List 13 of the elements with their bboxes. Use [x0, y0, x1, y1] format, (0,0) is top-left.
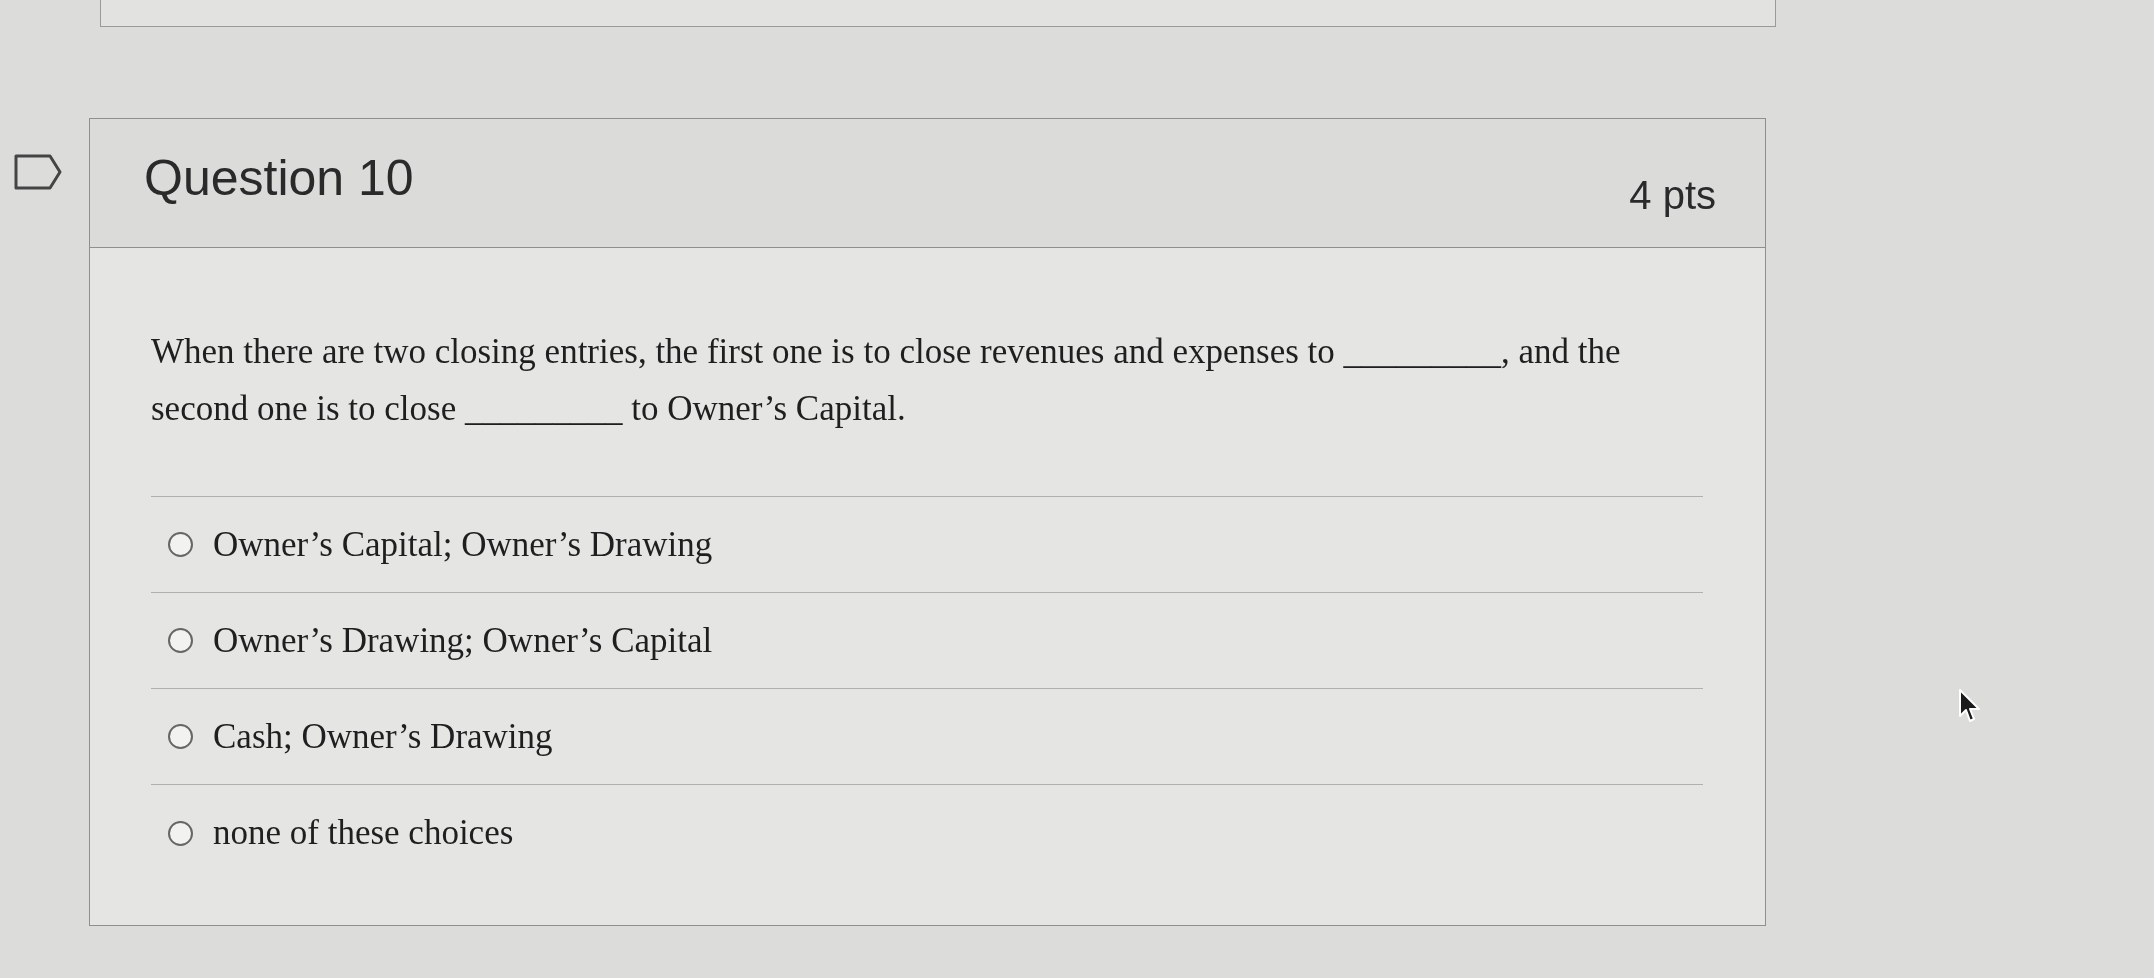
- radio-button[interactable]: [168, 820, 193, 846]
- question-points: 4 pts: [1629, 172, 1716, 219]
- radio-button[interactable]: [168, 532, 193, 557]
- answer-option-label[interactable]: Owner’s Drawing; Owner’s Capital: [213, 619, 713, 662]
- answer-option-label[interactable]: Owner’s Capital; Owner’s Drawing: [213, 523, 713, 566]
- tag-icon[interactable]: [14, 154, 62, 190]
- mouse-cursor-icon: [1958, 688, 1982, 724]
- question-text: When there are two closing entries, the first one is to close revenues and expenses to _________, and the second one is to close _________ to Owner’s Capital.: [151, 331, 1622, 430]
- radio-button[interactable]: [168, 628, 193, 653]
- answer-option-label[interactable]: none of these choices: [213, 812, 514, 854]
- radio-button[interactable]: [168, 724, 193, 749]
- question-title: Question 10: [144, 149, 414, 207]
- answer-option-label[interactable]: Cash; Owner’s Drawing: [213, 715, 553, 758]
